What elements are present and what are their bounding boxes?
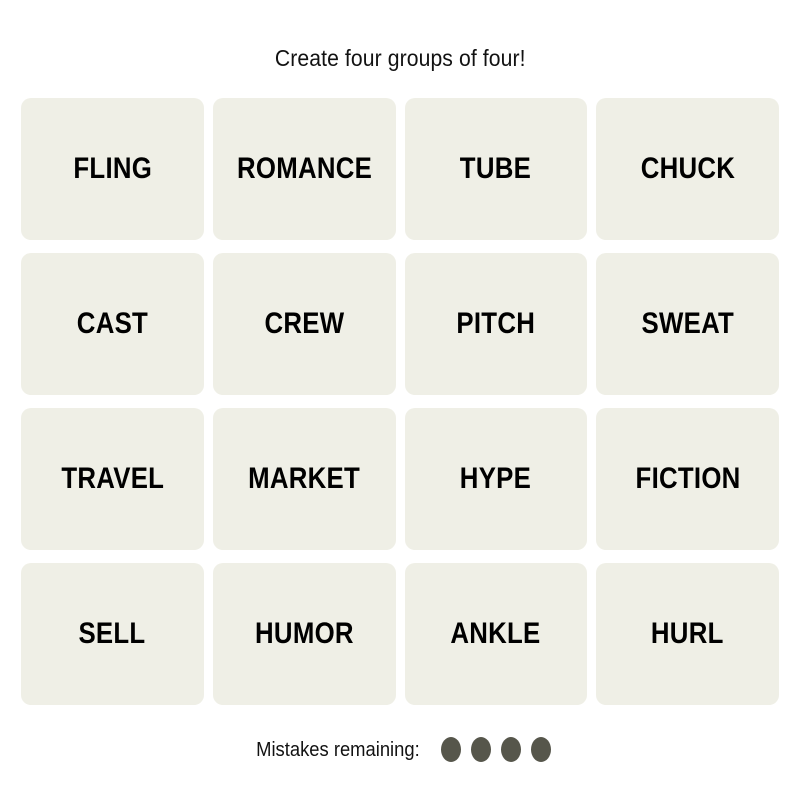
- word-tile-ankle[interactable]: ANKLE: [404, 563, 588, 705]
- word-tile-chuck[interactable]: CHUCK: [596, 98, 779, 240]
- word-tile-romance[interactable]: ROMANCE: [212, 98, 396, 240]
- word-tile-label: TUBE: [460, 152, 532, 185]
- mistake-dot: [470, 737, 491, 762]
- word-tile-label: ROMANCE: [236, 152, 372, 185]
- mistakes-footer: Mistakes remaining:: [249, 737, 551, 762]
- mistake-dot: [440, 737, 461, 762]
- mistake-dot: [500, 737, 521, 762]
- mistakes-remaining-label: Mistakes remaining:: [256, 738, 420, 761]
- word-tile-fling[interactable]: FLING: [21, 98, 204, 240]
- word-grid: FLING ROMANCE TUBE CHUCK CAST CREW PITCH…: [21, 98, 779, 705]
- mistake-dot: [530, 737, 551, 762]
- word-tile-hurl[interactable]: HURL: [596, 563, 779, 705]
- word-tile-label: CHUCK: [640, 152, 735, 185]
- word-tile-label: HURL: [651, 617, 724, 650]
- word-tile-hype[interactable]: HYPE: [404, 408, 588, 550]
- word-tile-crew[interactable]: CREW: [212, 253, 396, 395]
- word-tile-market[interactable]: MARKET: [212, 408, 396, 550]
- word-tile-label: SELL: [78, 617, 146, 650]
- word-tile-label: MARKET: [248, 462, 361, 495]
- word-tile-sweat[interactable]: SWEAT: [596, 253, 779, 395]
- word-tile-humor[interactable]: HUMOR: [212, 563, 396, 705]
- word-tile-sell[interactable]: SELL: [21, 563, 204, 705]
- word-tile-travel[interactable]: TRAVEL: [21, 408, 204, 550]
- word-tile-label: TRAVEL: [60, 462, 164, 495]
- word-tile-label: FLING: [73, 152, 152, 185]
- mistakes-dots: [440, 737, 551, 762]
- page-title: Create four groups of four!: [274, 45, 526, 71]
- word-tile-label: SWEAT: [641, 307, 734, 340]
- word-tile-fiction[interactable]: FICTION: [596, 408, 779, 550]
- word-tile-label: ANKLE: [450, 617, 541, 650]
- word-tile-cast[interactable]: CAST: [21, 253, 204, 395]
- word-tile-label: HUMOR: [254, 617, 354, 650]
- connections-game: Create four groups of four! FLING ROMANC…: [0, 0, 800, 800]
- word-tile-tube[interactable]: TUBE: [404, 98, 588, 240]
- word-tile-label: PITCH: [456, 307, 536, 340]
- word-tile-label: CAST: [76, 307, 149, 340]
- word-tile-label: HYPE: [460, 462, 532, 495]
- word-tile-label: CREW: [264, 307, 345, 340]
- word-tile-label: FICTION: [635, 462, 741, 495]
- word-tile-pitch[interactable]: PITCH: [404, 253, 588, 395]
